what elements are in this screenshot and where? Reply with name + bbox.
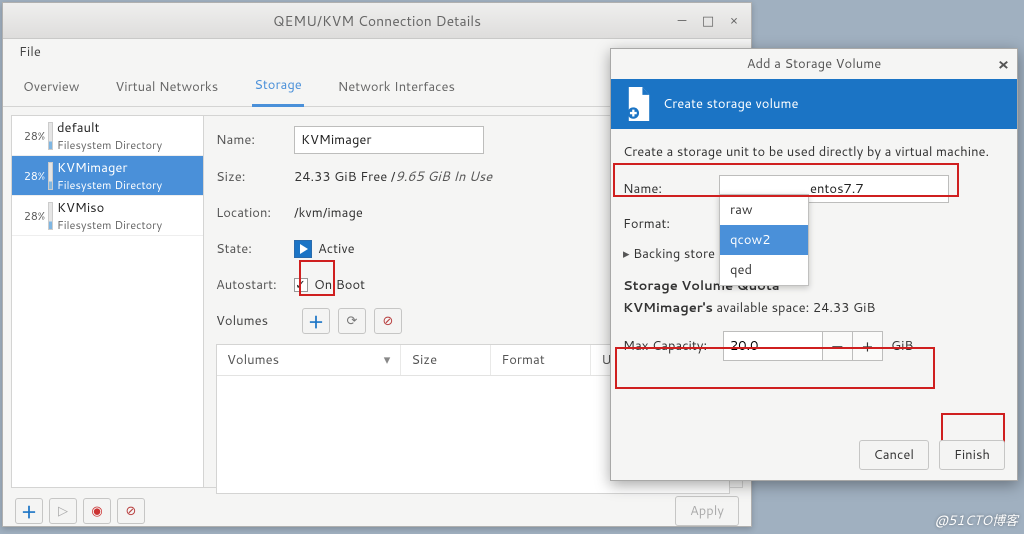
dialog-banner: Create storage volume — [611, 79, 1017, 129]
label-location: Location: — [216, 204, 294, 222]
window-controls: — □ × — [671, 10, 745, 32]
highlight-box — [299, 260, 335, 296]
format-option-raw[interactable]: raw — [720, 195, 808, 225]
format-option-qed[interactable]: qed — [720, 255, 808, 285]
apply-button[interactable]: Apply — [675, 496, 739, 526]
minimize-icon[interactable]: — — [671, 10, 693, 32]
format-dropdown-menu: raw qcow2 qed — [719, 194, 809, 286]
refresh-volumes-button[interactable]: ⟳ — [338, 308, 366, 334]
gauge-icon — [48, 202, 53, 230]
gauge-icon — [48, 122, 53, 150]
label-format: Format: — [623, 215, 719, 233]
pool-type: Filesystem Directory — [57, 137, 162, 153]
quota-heading: Storage Volume Quota — [623, 277, 1005, 295]
tab-overview[interactable]: Overview — [21, 68, 81, 106]
pool-usage: 28% — [12, 128, 48, 144]
watermark: @51CTO博客 — [935, 510, 1018, 530]
capacity-minus-button[interactable]: − — [823, 331, 853, 361]
pool-item[interactable]: 28% KVMisoFilesystem Directory — [12, 196, 203, 236]
play-icon — [294, 240, 312, 258]
banner-text: Create storage volume — [663, 95, 799, 113]
delete-pool-button[interactable]: ⊘ — [117, 498, 145, 524]
col-size[interactable]: Size — [401, 345, 491, 375]
add-storage-volume-dialog: Add a Storage Volume × Create storage vo… — [610, 48, 1018, 481]
pool-name: KVMimager — [57, 159, 162, 177]
pool-type: Filesystem Directory — [57, 217, 162, 233]
gauge-icon — [48, 162, 53, 190]
label-name: Name: — [623, 180, 719, 198]
dialog-description: Create a storage unit to be used directl… — [623, 143, 1005, 161]
tab-network-interfaces[interactable]: Network Interfaces — [336, 68, 457, 106]
delete-volume-button[interactable]: ⊘ — [374, 308, 402, 334]
pool-name: KVMiso — [57, 199, 162, 217]
menu-file[interactable]: File — [13, 39, 47, 65]
close-icon[interactable]: × — [723, 10, 745, 32]
col-volumes[interactable]: Volumes ▾ — [217, 345, 401, 375]
cancel-button[interactable]: Cancel — [859, 440, 929, 470]
footer: ＋ ▷ ◉ ⊘ Apply — [3, 488, 751, 534]
pool-item[interactable]: 28% KVMimagerFilesystem Directory — [12, 156, 203, 196]
pool-name-input[interactable] — [294, 126, 484, 154]
capacity-unit: GiB — [891, 337, 913, 355]
titlebar: QEMU/KVM Connection Details — □ × — [3, 3, 751, 39]
add-volume-button[interactable]: ＋ — [302, 308, 330, 334]
maximize-icon[interactable]: □ — [697, 10, 719, 32]
state-value: Active — [318, 240, 355, 258]
backing-store-expander[interactable]: Backing store — [623, 245, 1005, 263]
close-icon[interactable]: × — [998, 53, 1009, 76]
finish-button[interactable]: Finish — [939, 440, 1005, 470]
label-size: Size: — [216, 168, 294, 186]
size-free: 24.33 GiB Free / — [294, 168, 395, 186]
pool-usage: 28% — [12, 208, 48, 224]
quota-text: KVMimager's available space: 24.33 GiB — [623, 299, 1005, 317]
stop-pool-button[interactable]: ◉ — [83, 498, 111, 524]
pool-list: 28% defaultFilesystem Directory 28% KVMi… — [12, 116, 204, 487]
label-volumes: Volumes — [216, 312, 294, 330]
tab-virtual-networks[interactable]: Virtual Networks — [113, 68, 220, 106]
pool-item[interactable]: 28% defaultFilesystem Directory — [12, 116, 203, 156]
start-pool-button[interactable]: ▷ — [49, 498, 77, 524]
add-pool-button[interactable]: ＋ — [15, 498, 43, 524]
pool-usage: 28% — [12, 168, 48, 184]
dialog-titlebar: Add a Storage Volume × — [611, 49, 1017, 79]
window-title: QEMU/KVM Connection Details — [273, 11, 481, 31]
dialog-body: Create a storage unit to be used directl… — [611, 129, 1017, 383]
dialog-actions: Cancel Finish — [859, 440, 1005, 470]
label-state: State: — [216, 240, 294, 258]
col-format[interactable]: Format — [491, 345, 591, 375]
pool-type: Filesystem Directory — [57, 177, 162, 193]
size-used: 9.65 GiB In Use — [395, 168, 492, 186]
tab-storage[interactable]: Storage — [252, 66, 304, 107]
pool-name: default — [57, 119, 162, 137]
sort-icon: ▾ — [384, 351, 391, 369]
dialog-title: Add a Storage Volume — [747, 55, 882, 73]
capacity-input[interactable] — [723, 331, 823, 361]
location-value: /kvm/image — [294, 204, 363, 222]
label-name: Name: — [216, 131, 294, 149]
capacity-plus-button[interactable]: + — [853, 331, 883, 361]
label-autostart: Autostart: — [216, 276, 294, 294]
label-max-capacity: Max Capacity: — [623, 337, 723, 355]
storage-volume-icon — [625, 87, 653, 121]
format-option-qcow2[interactable]: qcow2 — [720, 225, 808, 255]
capacity-stepper: − + — [723, 331, 883, 361]
